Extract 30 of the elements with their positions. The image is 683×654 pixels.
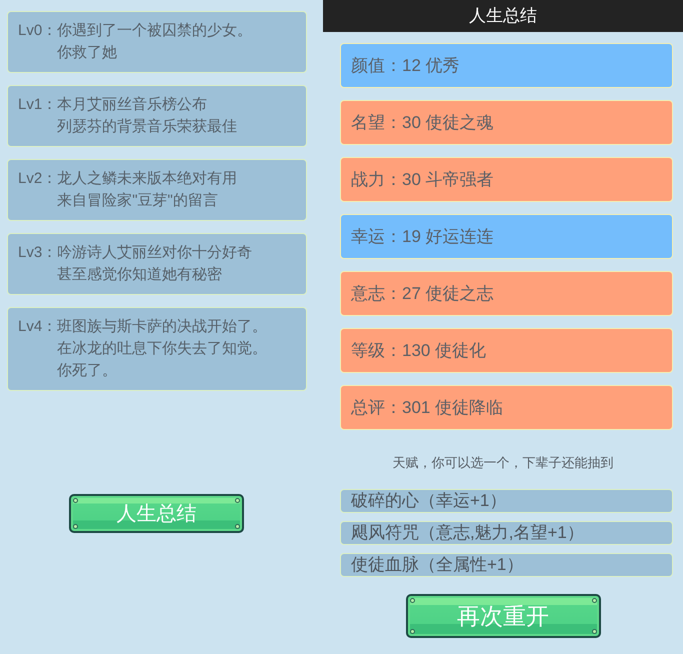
level-label: Lv0：	[18, 21, 58, 41]
stat-row: 名望：30 使徒之魂	[340, 100, 673, 145]
stat-row: 意志：27 使徒之志	[340, 271, 673, 316]
talent-option[interactable]: 破碎的心（幸运+1）	[340, 489, 673, 513]
rivet-icon	[73, 498, 78, 503]
level-label: Lv3：	[18, 243, 58, 263]
level-label: Lv4：	[18, 317, 58, 337]
event-text: 龙人之鳞未来版本绝对有用 来自冒险家"豆芽"的留言	[57, 169, 238, 211]
rivet-icon	[235, 498, 240, 503]
event-text: 班图族与斯卡萨的决战开始了。 在冰龙的吐息下你失去了知觉。 你死了。	[57, 317, 268, 381]
level-label: Lv2：	[18, 169, 58, 189]
event-text: 吟游诗人艾丽丝对你十分好奇 甚至感觉你知道她有秘密	[57, 243, 252, 285]
rivet-icon	[592, 598, 596, 603]
level-label: Lv1：	[18, 95, 58, 115]
rivet-icon	[73, 524, 78, 529]
rivet-icon	[592, 629, 596, 634]
stat-row: 战力：30 斗帝强者	[340, 157, 673, 202]
event-text: 你遇到了一个被囚禁的少女。 你救了她	[57, 21, 252, 63]
stat-row: 总评：301 使徒降临	[340, 385, 673, 430]
stat-row: 幸运：19 好运连连	[340, 214, 673, 259]
talent-option[interactable]: 飓风符咒（意志,魅力,名望+1）	[340, 521, 673, 545]
talent-option[interactable]: 使徒血脉（全属性+1）	[340, 553, 673, 577]
rivet-icon	[235, 524, 240, 529]
event-text: 本月艾丽丝音乐榜公布 列瑟芬的背景音乐荣获最佳	[57, 95, 238, 137]
panel-title: 人生总结	[469, 6, 537, 26]
rivet-icon	[410, 598, 414, 603]
rivet-icon	[410, 629, 414, 634]
stat-row: 颜值：12 优秀	[340, 43, 673, 88]
stat-row: 等级：130 使徒化	[340, 328, 673, 373]
talent-hint: 天赋，你可以选一个，下辈子还能抽到	[392, 454, 614, 472]
